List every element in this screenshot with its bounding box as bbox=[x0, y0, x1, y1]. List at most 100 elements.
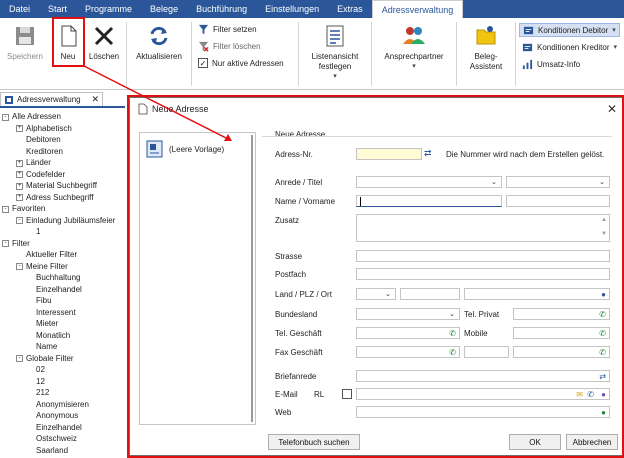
rl-checkbox[interactable] bbox=[342, 389, 352, 399]
tree-item[interactable]: Ostschweiz bbox=[36, 434, 77, 444]
menu-start[interactable]: Start bbox=[39, 0, 76, 18]
new-button[interactable]: Neu bbox=[53, 20, 83, 62]
address-number-field[interactable] bbox=[356, 148, 422, 160]
phone-icon[interactable]: ✆ bbox=[449, 348, 456, 357]
ok-button[interactable]: OK bbox=[509, 434, 561, 450]
tree-item[interactable]: + Länder bbox=[16, 158, 51, 168]
menu-adressverwaltung[interactable]: Adressverwaltung bbox=[371, 0, 464, 18]
phone-icon[interactable]: ✆ bbox=[449, 329, 456, 338]
menu-programme[interactable]: Programme bbox=[76, 0, 141, 18]
list-view-button[interactable]: Listenansicht festlegen ▾ bbox=[303, 20, 367, 82]
tel-business-field[interactable]: ✆ bbox=[356, 327, 460, 339]
tree-item[interactable]: 212 bbox=[36, 388, 49, 398]
expand-icon[interactable]: + bbox=[16, 182, 23, 190]
tree-item[interactable]: + Material Suchbegriff bbox=[16, 181, 97, 191]
refresh-button[interactable]: Aktualisieren bbox=[131, 20, 187, 62]
only-active-checkbox[interactable]: ✓ Nur aktive Adressen bbox=[198, 56, 284, 70]
first-name-field[interactable] bbox=[506, 195, 610, 207]
refresh-icon[interactable]: ⇄ bbox=[599, 372, 606, 381]
tree-item[interactable]: 1 bbox=[36, 227, 40, 237]
fax-extra-field-2[interactable]: ✆ bbox=[513, 346, 610, 358]
salutation-select[interactable]: ⌄ bbox=[356, 176, 502, 188]
tree-item[interactable]: 12 bbox=[36, 377, 45, 387]
menu-datei[interactable]: Datei bbox=[0, 0, 39, 18]
letter-salutation-field[interactable]: ⇄ bbox=[356, 370, 610, 382]
mobile-field[interactable]: ✆ bbox=[513, 327, 610, 339]
sales-info-button[interactable]: Umsatz-Info bbox=[522, 57, 580, 71]
tree-item[interactable]: Interessent bbox=[36, 308, 76, 318]
expand-icon[interactable]: + bbox=[16, 159, 23, 167]
template-item-empty[interactable]: (Leere Vorlage) bbox=[145, 139, 224, 159]
tree-item[interactable]: - Favoriten bbox=[2, 204, 45, 214]
menu-belege[interactable]: Belege bbox=[141, 0, 187, 18]
tree-item[interactable]: + Adress Suchbegriff bbox=[16, 193, 93, 203]
phone-icon[interactable]: ✆ bbox=[599, 310, 606, 319]
close-icon[interactable]: ✕ bbox=[607, 102, 617, 116]
phone-icon[interactable]: ✆ bbox=[587, 390, 594, 399]
last-name-field[interactable] bbox=[356, 195, 502, 207]
contact-person-button[interactable]: Ansprechpartner ▾ bbox=[376, 20, 452, 72]
phonebook-search-button[interactable]: Telefonbuch suchen bbox=[268, 434, 360, 450]
phone-icon[interactable]: ✆ bbox=[599, 329, 606, 338]
tree-item[interactable]: Name bbox=[36, 342, 57, 352]
collapse-icon[interactable]: - bbox=[2, 113, 9, 121]
tree-item[interactable]: Buchhaltung bbox=[36, 273, 80, 283]
expand-icon[interactable]: + bbox=[16, 194, 23, 201]
collapse-icon[interactable]: - bbox=[16, 217, 23, 224]
tree-item[interactable]: Anonymous bbox=[36, 411, 78, 421]
map-pin-icon[interactable]: ● bbox=[601, 290, 606, 299]
collapse-icon[interactable]: - bbox=[2, 240, 9, 247]
tree-item[interactable]: + Codefelder bbox=[16, 170, 65, 180]
template-list-scrollbar[interactable] bbox=[251, 135, 253, 422]
pobox-field[interactable] bbox=[356, 268, 610, 280]
scroll-down-icon[interactable]: ▼ bbox=[601, 231, 607, 237]
tree-item[interactable]: 02 bbox=[36, 365, 45, 375]
filter-clear-button[interactable]: Filter löschen bbox=[198, 39, 261, 53]
tree-item[interactable]: - Globale Filter bbox=[16, 354, 74, 364]
save-button[interactable]: Speichern bbox=[2, 20, 48, 62]
tree-item[interactable]: Saarland bbox=[36, 446, 68, 456]
refresh-icon[interactable]: ⇄ bbox=[424, 148, 432, 159]
tree-item[interactable]: Einzelhandel bbox=[36, 285, 82, 295]
delete-button[interactable]: Löschen bbox=[86, 20, 122, 62]
tree-item[interactable]: Monatlich bbox=[36, 331, 70, 341]
menu-buchfuehrung[interactable]: Buchführung bbox=[187, 0, 256, 18]
collapse-icon[interactable]: - bbox=[16, 355, 23, 362]
cancel-button[interactable]: Abbrechen bbox=[566, 434, 618, 450]
menu-extras[interactable]: Extras bbox=[328, 0, 372, 18]
globe-icon[interactable]: ● bbox=[601, 408, 606, 417]
collapse-icon[interactable]: - bbox=[16, 263, 23, 270]
zip-field[interactable] bbox=[400, 288, 460, 300]
addition-field[interactable]: ▲ ▼ bbox=[356, 214, 610, 242]
fax-extra-field[interactable] bbox=[464, 346, 509, 358]
scroll-up-icon[interactable]: ▲ bbox=[601, 217, 607, 223]
tree-item[interactable]: Anonymisieren bbox=[36, 400, 89, 410]
title-select[interactable]: ⌄ bbox=[506, 176, 610, 188]
phone-icon[interactable]: ✆ bbox=[599, 348, 606, 357]
email-field[interactable]: ✉ ✆ ● bbox=[356, 388, 610, 400]
address-management-tab[interactable]: Adressverwaltung ✕ bbox=[0, 92, 103, 106]
conditions-debtor-button[interactable]: Konditionen Debitor ▾ bbox=[519, 23, 620, 37]
close-icon[interactable]: ✕ bbox=[91, 94, 99, 105]
tree-item[interactable]: + Alphabetisch bbox=[16, 124, 72, 134]
tree-item[interactable]: Aktueller Filter bbox=[26, 250, 77, 260]
web-field[interactable]: ● bbox=[356, 406, 610, 418]
conditions-creditor-button[interactable]: Konditionen Kreditor ▾ bbox=[522, 40, 617, 54]
tree-item[interactable]: - Einladung Jubiläumsfeier bbox=[16, 216, 115, 226]
tree-item[interactable]: Fibu bbox=[36, 296, 52, 306]
envelope-icon[interactable]: ✉ bbox=[576, 390, 583, 399]
fax-field[interactable]: ✆ bbox=[356, 346, 460, 358]
receipt-assistant-button[interactable]: Beleg- Assistent bbox=[460, 20, 512, 72]
tree-item[interactable]: - Alle Adressen bbox=[2, 112, 61, 122]
tree-item[interactable]: - Filter bbox=[2, 239, 30, 249]
tree-item[interactable]: Debitoren bbox=[26, 135, 61, 145]
street-field[interactable] bbox=[356, 250, 610, 262]
expand-icon[interactable]: + bbox=[16, 171, 23, 178]
tree-item[interactable]: - Meine Filter bbox=[16, 262, 68, 272]
tel-private-field[interactable]: ✆ bbox=[513, 308, 610, 320]
menu-einstellungen[interactable]: Einstellungen bbox=[256, 0, 328, 18]
state-select[interactable]: ⌄ bbox=[356, 308, 460, 320]
tree-item[interactable]: Kreditoren bbox=[26, 147, 63, 157]
tree-item[interactable]: Mieter bbox=[36, 319, 58, 329]
filter-set-button[interactable]: Filter setzen bbox=[198, 22, 257, 36]
